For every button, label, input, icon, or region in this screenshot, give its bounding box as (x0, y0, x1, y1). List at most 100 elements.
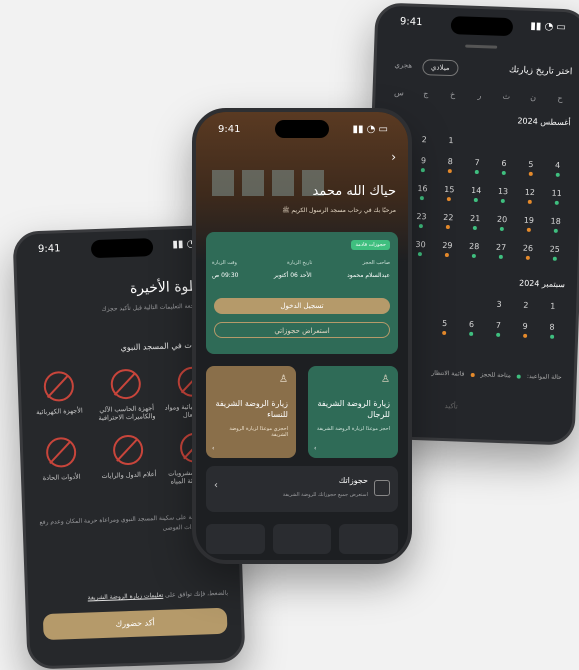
upcoming-booking-card: حجوزات قادمة صاحب الحجز تاريخ الزيارة وق… (206, 232, 398, 354)
device-prohibited-icon (43, 370, 75, 402)
calendar-day[interactable]: 5 (517, 159, 544, 176)
calendar-day (464, 137, 491, 147)
calendar-day[interactable]: 19 (515, 215, 542, 232)
rule-item: الأدوات الحادة (29, 436, 94, 490)
day-number: 5 (528, 159, 534, 169)
calendar-day[interactable]: 21 (461, 214, 488, 231)
booking-values: عبدالسلام محمود الأحد 06 أكتوبر 09:30 ص (212, 272, 390, 279)
calendar-day[interactable]: 26 (514, 243, 541, 260)
tile[interactable] (339, 524, 399, 554)
calendar-day[interactable]: 18 (542, 216, 569, 233)
calendar-day[interactable]: 3 (485, 299, 512, 309)
day-number: 13 (497, 186, 509, 197)
day-number: 18 (550, 216, 561, 226)
calendar-day[interactable]: 9 (511, 321, 538, 338)
calendar-day[interactable]: 9 (410, 156, 437, 173)
chevron-right-icon[interactable]: › (391, 150, 396, 164)
tab-hijri[interactable]: هجري (388, 58, 418, 75)
calendar-day[interactable]: 20 (488, 214, 515, 232)
view-bookings-button[interactable]: استعراض حجوزاتي (214, 322, 390, 338)
weekday: ن (530, 92, 537, 103)
availability-dot-icon (549, 334, 554, 339)
month-label-august: أغسطس 2024 (517, 116, 571, 128)
calendar-day[interactable]: 22 (435, 213, 462, 230)
calendar-day[interactable]: 7 (463, 158, 490, 175)
booking-labels: صاحب الحجز تاريخ الزيارة وقت الزيارة (212, 260, 390, 266)
calendar-day[interactable]: 6 (458, 319, 485, 337)
calendar-day[interactable]: 11 (543, 188, 570, 205)
weekday: خ (449, 90, 456, 100)
calendar-day[interactable]: 4 (544, 160, 571, 177)
availability-dot-icon (469, 331, 474, 337)
tile[interactable] (272, 524, 332, 554)
availability-dot-icon (447, 169, 453, 174)
calendar-day[interactable]: 25 (541, 244, 568, 261)
weekday: ج (423, 89, 429, 99)
instructions-link[interactable]: تعليمات زيارة الروضة الشريفة (88, 592, 164, 602)
calendar-day (432, 298, 459, 308)
home-phone: 9:41 ▮▮ ◔ ▭ › حياك الله محمد مرحبًا بك ف… (192, 108, 412, 564)
rule-label: الأجهزة الكهربائية (35, 406, 83, 417)
booking-label: وقت الزيارة (212, 260, 237, 266)
women-visit-card[interactable]: ♙ زيارة الروضة الشريفة للنساء احجزي موعد… (206, 366, 296, 458)
calendar-day[interactable]: 8 (436, 157, 463, 174)
day-number: 16 (417, 183, 428, 194)
tab-gregorian[interactable]: ميلادي (421, 59, 459, 77)
calendar-title: اختر تاريخ زيارتك (508, 65, 573, 78)
day-number: 11 (551, 188, 562, 199)
calendar-day[interactable]: 2 (411, 135, 438, 145)
day-number: 1 (550, 301, 556, 311)
day-number: 6 (501, 158, 507, 169)
day-number: 28 (468, 241, 480, 252)
calendar-day[interactable]: 15 (436, 185, 463, 202)
availability-dot-icon (522, 333, 527, 338)
calendar-day[interactable]: 8 (538, 322, 565, 339)
sheet-handle (465, 44, 498, 49)
day-number: 22 (443, 212, 454, 223)
calendar-day[interactable]: 6 (490, 159, 517, 176)
calendar-day[interactable]: 5 (431, 319, 458, 336)
booking-value: الأحد 06 أكتوبر (273, 272, 312, 279)
welcome-text: مرحبًا بك في رحاب مسجد الرسول الكريم ﷺ (282, 207, 396, 214)
day-number: 9 (420, 156, 427, 166)
women-visit-title: زيارة الروضة الشريفة للنساء (215, 399, 288, 419)
calendar-day[interactable]: 28 (460, 242, 487, 259)
day-number: 27 (495, 242, 507, 253)
rule-item: الأجهزة الكهربائية (26, 370, 91, 424)
calendar-day[interactable]: 2 (512, 300, 539, 310)
calendar-day[interactable]: 14 (462, 186, 489, 203)
calendar-day[interactable]: 16 (409, 184, 436, 201)
booking-label: تاريخ الزيارة (287, 260, 313, 266)
calendar-day[interactable]: 12 (516, 187, 543, 204)
men-visit-card[interactable]: ♙ زيارة الروضة الشريفة للرجال احجز موعدً… (308, 366, 398, 458)
calendar-day[interactable]: 27 (487, 242, 514, 259)
tile[interactable] (206, 524, 265, 554)
availability-dot-icon (419, 224, 424, 229)
booking-value: عبدالسلام محمود (347, 272, 390, 279)
calendar-day[interactable]: 1 (539, 301, 566, 311)
weekday: ر (477, 91, 482, 101)
chevron-left-icon: ‹ (214, 480, 218, 491)
calendar-day (545, 139, 572, 149)
man-icon: ♙ (381, 374, 390, 385)
legend-title: حالة المواعيد: (526, 372, 562, 382)
login-button[interactable]: تسجيل الدخول (214, 298, 390, 314)
availability-dot-icon (444, 252, 450, 258)
rule-label: أعلام الدول والرايات (101, 470, 157, 480)
day-number: 9 (522, 321, 528, 331)
day-number: 6 (468, 319, 475, 330)
legend-available: متاحة للحجز (480, 371, 512, 380)
calendar-day[interactable]: 7 (485, 320, 512, 337)
confirm-attendance-button[interactable]: أكد حضورك (42, 607, 228, 641)
dynamic-island (275, 120, 329, 138)
day-number: 5 (441, 318, 448, 329)
my-bookings-row[interactable]: حجوزاتك استعرض جميع حجوزاتك للروضة الشري… (206, 466, 398, 512)
chevron-left-icon: ‹ (212, 445, 215, 452)
calendar-day[interactable]: 29 (434, 241, 461, 258)
calendar-day[interactable]: 1 (437, 136, 464, 146)
day-number: 2 (523, 300, 529, 310)
rule-label: أجهزة الحاسب الآلي والكاميرات الاحترافية (98, 404, 156, 423)
confirm-date-button[interactable]: تأكيد (444, 402, 457, 410)
weekday: س (393, 88, 405, 98)
calendar-day[interactable]: 13 (489, 186, 516, 204)
